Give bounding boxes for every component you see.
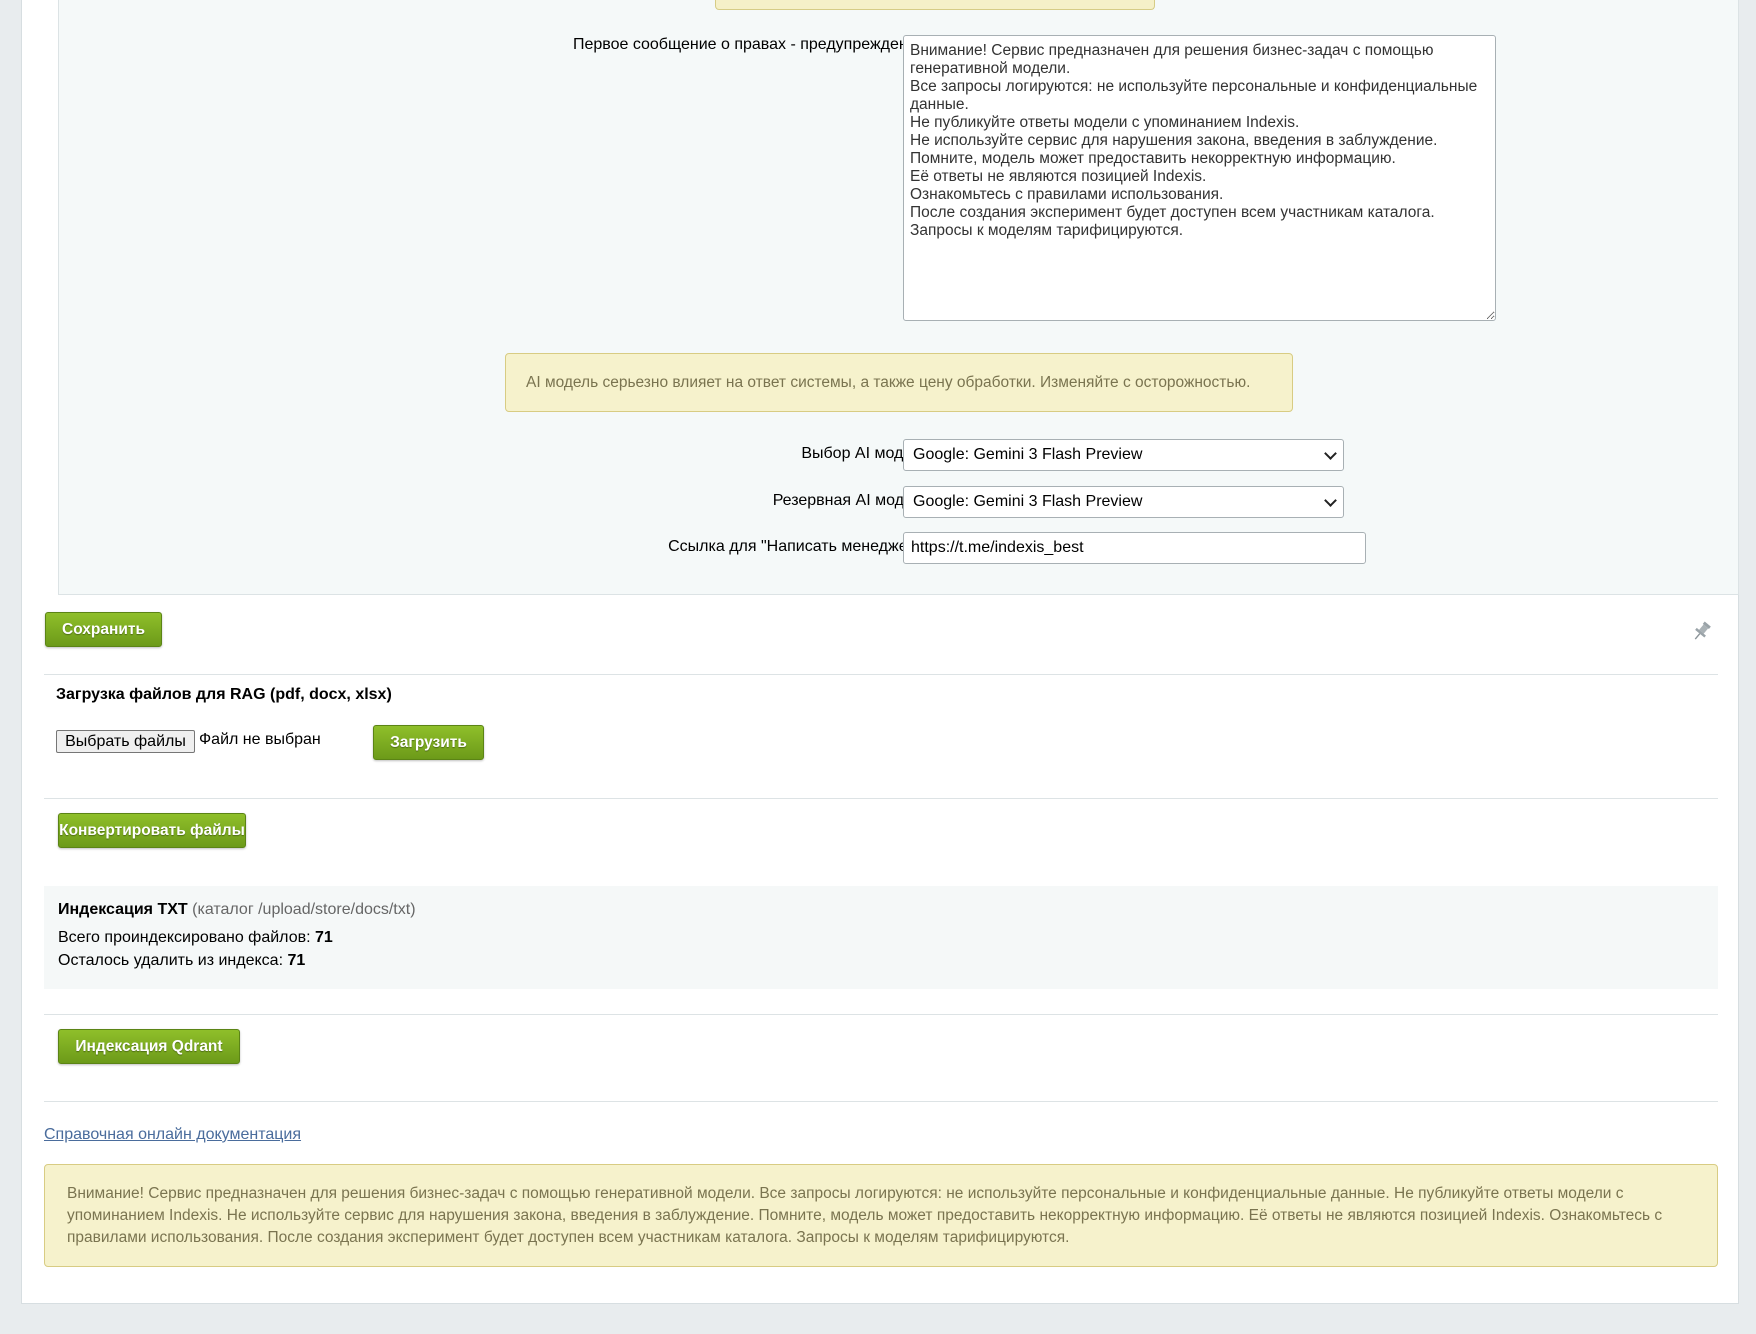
txt-index-panel: Индексация TXT (каталог /upload/store/do… (44, 886, 1718, 989)
upload-button[interactable]: Загрузить (373, 725, 484, 760)
txt-index-title: Индексация TXT (каталог /upload/store/do… (58, 901, 416, 919)
rights-message-label: Первое сообщение о правах - предупрежден… (572, 36, 930, 53)
divider (44, 674, 1718, 675)
docs-link[interactable]: Справочная онлайн документация (44, 1126, 301, 1144)
remaining-count-line: Осталось удалить из индекса: 71 (58, 952, 305, 970)
txt-index-heading: Индексация TXT (58, 901, 188, 918)
qdrant-index-button[interactable]: Индексация Qdrant (58, 1029, 240, 1064)
backup-model-select-value: Google: Gemini 3 Flash Preview (913, 493, 1143, 510)
chevron-down-icon (1324, 447, 1337, 460)
settings-panel: Первое сообщение о правах - предупрежден… (58, 0, 1739, 595)
remaining-count-value: 71 (287, 952, 306, 969)
manager-link-label: Ссылка для "Написать менеджеру" (668, 538, 930, 555)
divider (44, 1014, 1718, 1015)
indexed-count-value: 71 (315, 929, 333, 946)
model-select-value: Google: Gemini 3 Flash Preview (913, 446, 1143, 463)
convert-files-button[interactable]: Конвертировать файлы (58, 813, 246, 848)
txt-index-path: (каталог /upload/store/docs/txt) (192, 901, 416, 918)
rights-message-textarea[interactable]: Внимание! Сервис предназначен для решени… (903, 35, 1496, 321)
chevron-down-icon (1324, 494, 1337, 507)
save-button[interactable]: Сохранить (45, 612, 162, 647)
model-select[interactable]: Google: Gemini 3 Flash Preview (903, 439, 1344, 471)
divider (44, 1101, 1718, 1102)
backup-model-select[interactable]: Google: Gemini 3 Flash Preview (903, 486, 1344, 518)
top-note-box (715, 0, 1155, 10)
pin-icon[interactable] (1693, 620, 1711, 642)
footer-warning-box: Внимание! Сервис предназначен для решени… (44, 1164, 1718, 1267)
manager-link-input[interactable] (903, 532, 1366, 564)
model-warning-box: AI модель серьезно влияет на ответ систе… (505, 353, 1293, 412)
choose-files-button[interactable]: Выбрать файлы (56, 730, 195, 753)
indexed-count-label: Всего проиндексировано файлов: (58, 929, 311, 946)
page-container: Первое сообщение о правах - предупрежден… (21, 0, 1739, 1304)
remaining-count-label: Осталось удалить из индекса: (58, 952, 284, 969)
file-status-text: Файл не выбран (199, 731, 321, 748)
upload-section-title: Загрузка файлов для RAG (pdf, docx, xlsx… (56, 686, 392, 703)
indexed-count-line: Всего проиндексировано файлов: 71 (58, 929, 333, 947)
divider (44, 798, 1718, 799)
